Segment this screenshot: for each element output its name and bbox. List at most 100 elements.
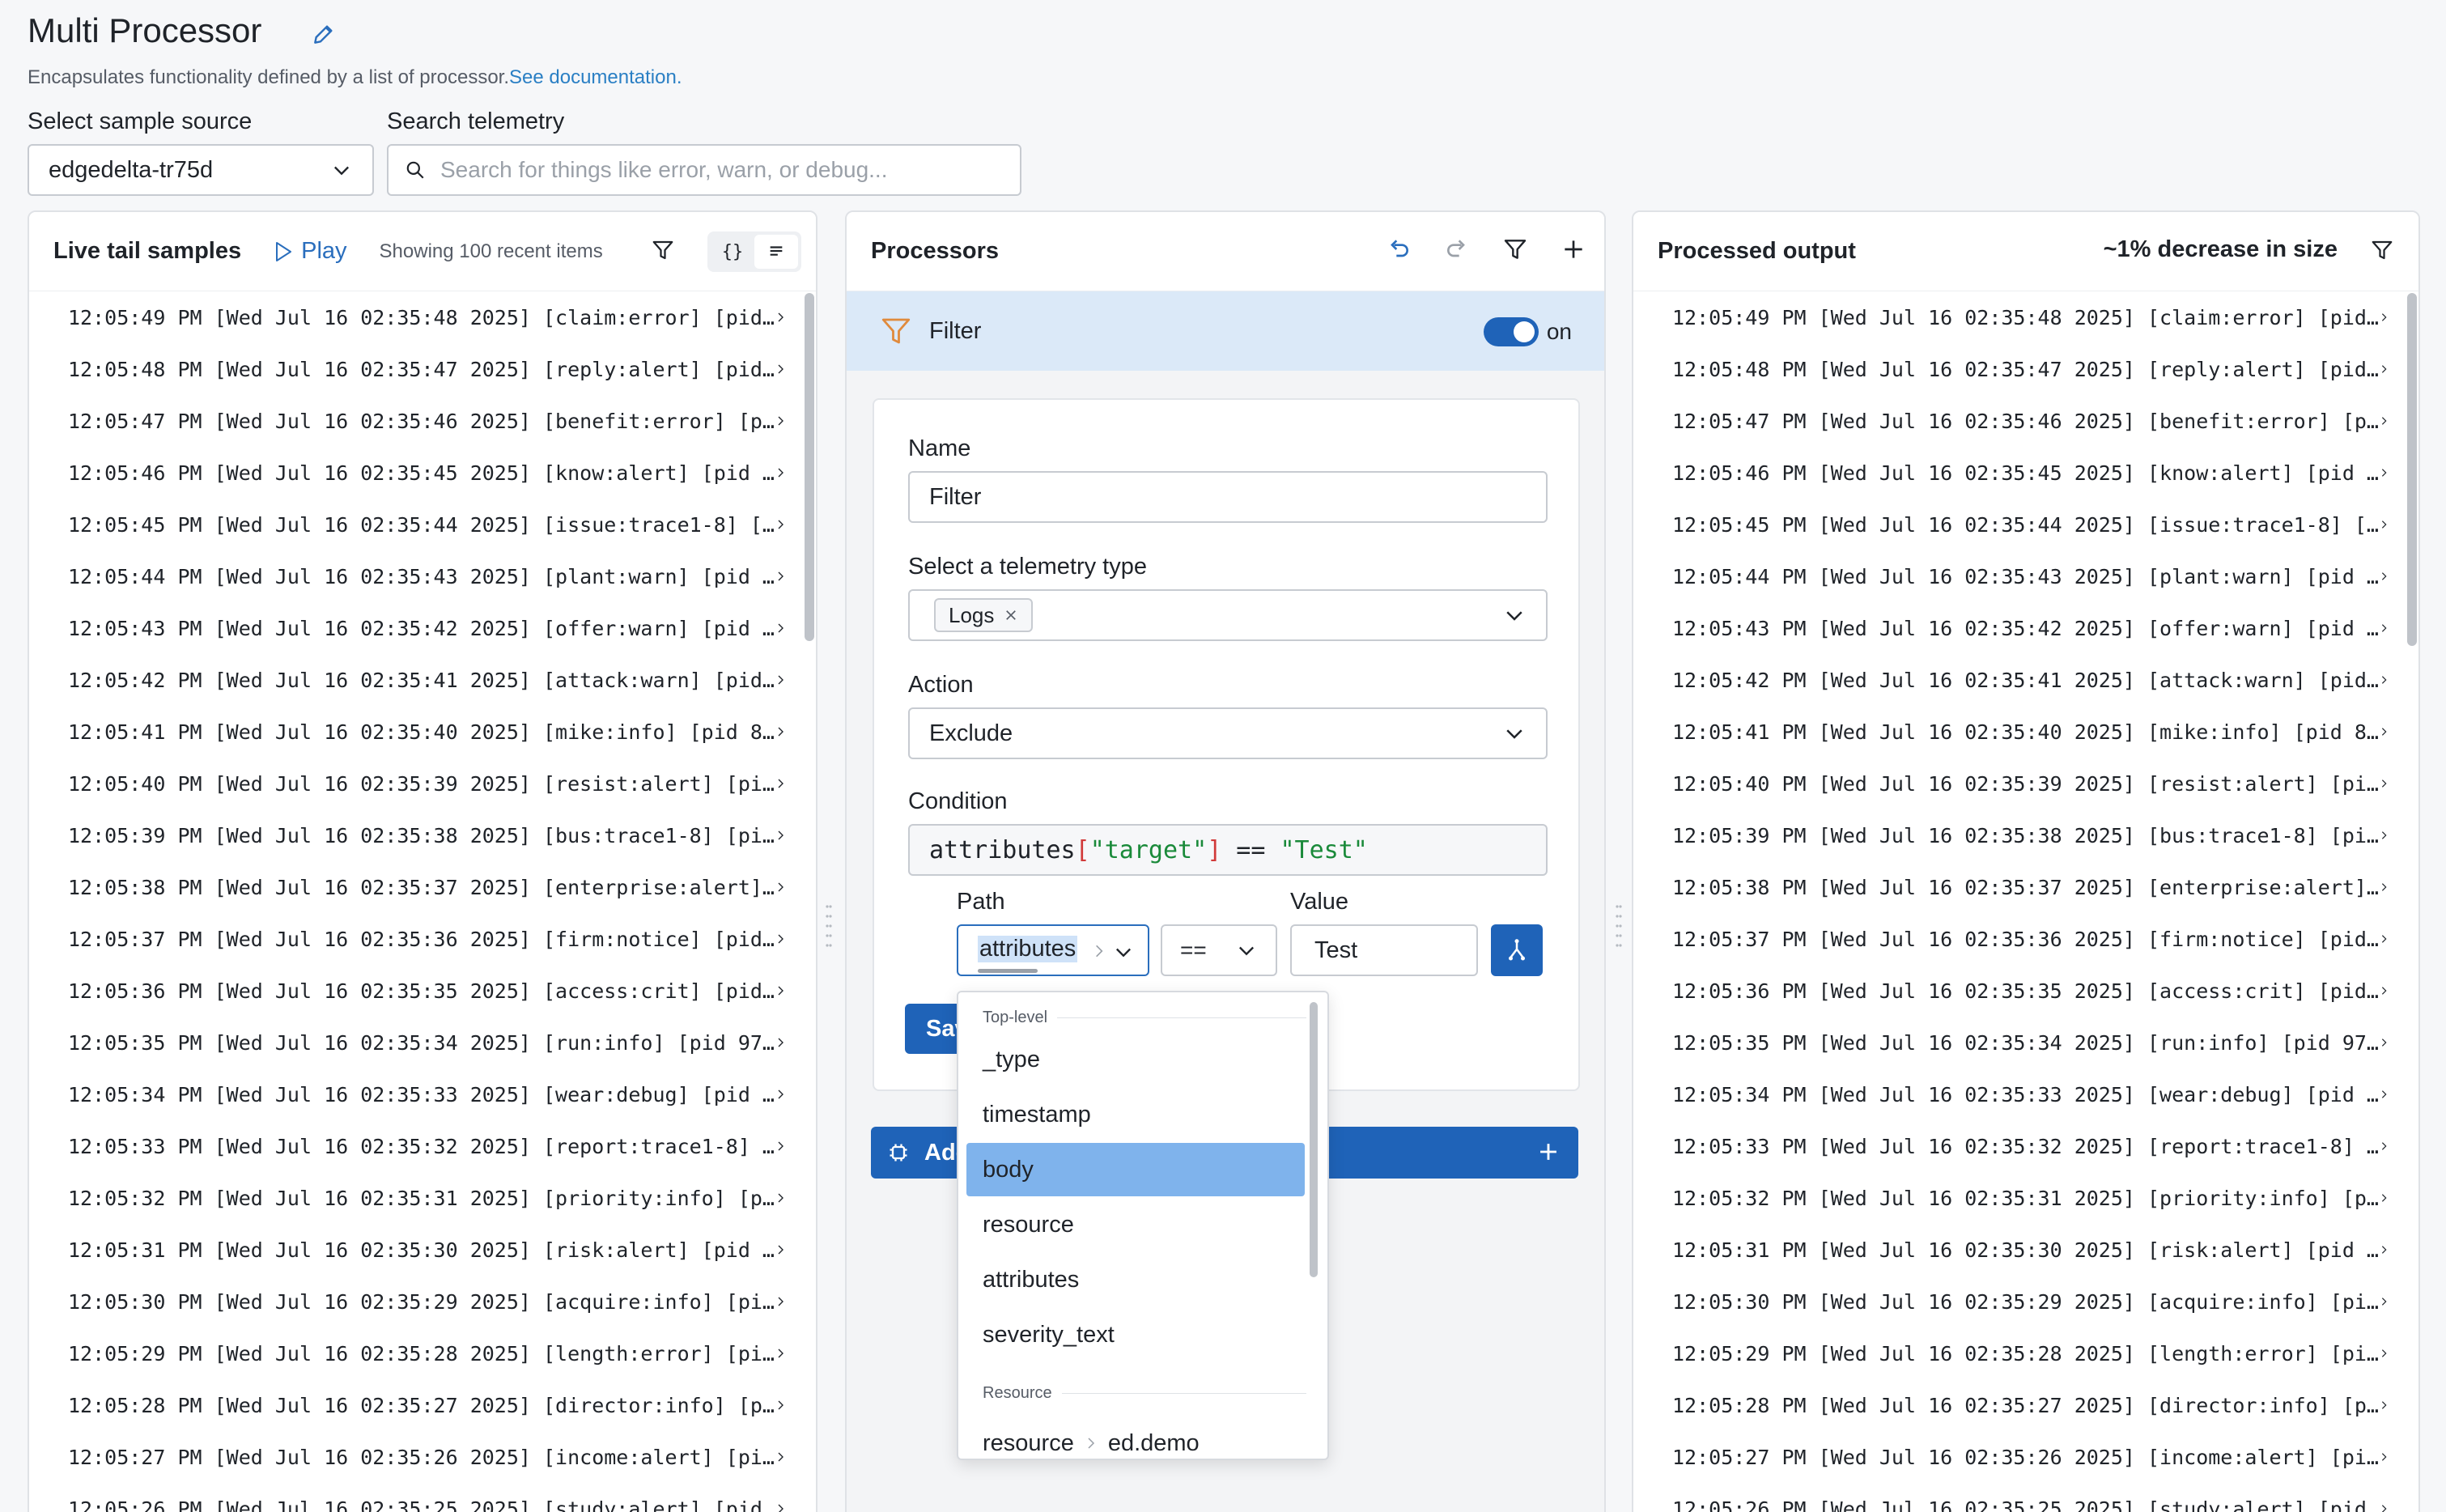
dropdown-scrollbar[interactable] bbox=[1310, 1002, 1318, 1277]
chevron-right-icon[interactable] bbox=[775, 1447, 787, 1467]
drag-handle-icon[interactable] bbox=[1616, 900, 1622, 952]
chevron-right-icon[interactable] bbox=[775, 774, 787, 793]
path-select[interactable]: attributes bbox=[957, 924, 1149, 976]
chevron-right-icon[interactable] bbox=[2379, 515, 2389, 534]
filter-icon[interactable] bbox=[651, 238, 675, 262]
documentation-link[interactable]: See documentation. bbox=[509, 66, 682, 88]
log-row[interactable]: 12:05:48 PM [Wed Jul 16 02:35:47 2025] [… bbox=[1633, 343, 2418, 395]
chevron-right-icon[interactable] bbox=[2379, 722, 2389, 741]
log-row[interactable]: 12:05:41 PM [Wed Jul 16 02:35:40 2025] [… bbox=[1633, 706, 2418, 758]
chevron-right-icon[interactable] bbox=[2379, 1395, 2389, 1415]
undo-icon[interactable] bbox=[1386, 236, 1412, 262]
log-row[interactable]: 12:05:46 PM [Wed Jul 16 02:35:45 2025] [… bbox=[29, 447, 816, 499]
dropdown-item[interactable]: resource bbox=[966, 1198, 1305, 1251]
chevron-right-icon[interactable] bbox=[775, 929, 787, 949]
chevron-right-icon[interactable] bbox=[775, 1344, 787, 1363]
chevron-right-icon[interactable] bbox=[2379, 877, 2389, 897]
log-row[interactable]: 12:05:35 PM [Wed Jul 16 02:35:34 2025] [… bbox=[1633, 1017, 2418, 1068]
log-row[interactable]: 12:05:31 PM [Wed Jul 16 02:35:30 2025] [… bbox=[1633, 1224, 2418, 1276]
log-row[interactable]: 12:05:32 PM [Wed Jul 16 02:35:31 2025] [… bbox=[1633, 1172, 2418, 1224]
log-row[interactable]: 12:05:40 PM [Wed Jul 16 02:35:39 2025] [… bbox=[1633, 758, 2418, 809]
chevron-right-icon[interactable] bbox=[775, 463, 787, 482]
filter-processor-row[interactable]: Filter on bbox=[847, 291, 1604, 371]
chevron-right-icon[interactable] bbox=[2379, 411, 2389, 431]
chevron-right-icon[interactable] bbox=[2379, 359, 2389, 379]
live-scrollbar[interactable] bbox=[805, 293, 814, 641]
log-row[interactable]: 12:05:29 PM [Wed Jul 16 02:35:28 2025] [… bbox=[1633, 1327, 2418, 1379]
pencil-icon[interactable] bbox=[311, 21, 337, 47]
chevron-right-icon[interactable] bbox=[2379, 1188, 2389, 1208]
name-input[interactable]: Filter bbox=[908, 471, 1548, 523]
chevron-right-icon[interactable] bbox=[2379, 463, 2389, 482]
log-row[interactable]: 12:05:48 PM [Wed Jul 16 02:35:47 2025] [… bbox=[29, 343, 816, 395]
redo-icon[interactable] bbox=[1444, 236, 1470, 262]
log-row[interactable]: 12:05:29 PM [Wed Jul 16 02:35:28 2025] [… bbox=[29, 1327, 816, 1379]
output-scrollbar[interactable] bbox=[2407, 293, 2417, 646]
chevron-right-icon[interactable] bbox=[775, 411, 787, 431]
chevron-right-icon[interactable] bbox=[775, 618, 787, 638]
log-row[interactable]: 12:05:27 PM [Wed Jul 16 02:35:26 2025] [… bbox=[29, 1431, 816, 1483]
chevron-right-icon[interactable] bbox=[775, 981, 787, 1000]
chevron-right-icon[interactable] bbox=[2379, 618, 2389, 638]
log-row[interactable]: 12:05:49 PM [Wed Jul 16 02:35:48 2025] [… bbox=[1633, 291, 2418, 343]
chevron-right-icon[interactable] bbox=[775, 1395, 787, 1415]
dropdown-item[interactable]: body bbox=[966, 1143, 1305, 1196]
log-row[interactable]: 12:05:43 PM [Wed Jul 16 02:35:42 2025] [… bbox=[29, 602, 816, 654]
dropdown-item-resource-ed-demo[interactable]: resource ed.demo bbox=[966, 1416, 1305, 1459]
log-row[interactable]: 12:05:26 PM [Wed Jul 16 02:35:25 2025] [… bbox=[29, 1483, 816, 1512]
log-row[interactable]: 12:05:31 PM [Wed Jul 16 02:35:30 2025] [… bbox=[29, 1224, 816, 1276]
log-row[interactable]: 12:05:33 PM [Wed Jul 16 02:35:32 2025] [… bbox=[29, 1120, 816, 1172]
chevron-right-icon[interactable] bbox=[775, 722, 787, 741]
log-row[interactable]: 12:05:41 PM [Wed Jul 16 02:35:40 2025] [… bbox=[29, 706, 816, 758]
log-row[interactable]: 12:05:32 PM [Wed Jul 16 02:35:31 2025] [… bbox=[29, 1172, 816, 1224]
value-input[interactable]: Test bbox=[1290, 924, 1478, 976]
telemetry-type-select[interactable]: Logs bbox=[908, 589, 1548, 641]
log-row[interactable]: 12:05:47 PM [Wed Jul 16 02:35:46 2025] [… bbox=[1633, 395, 2418, 447]
log-row[interactable]: 12:05:45 PM [Wed Jul 16 02:35:44 2025] [… bbox=[1633, 499, 2418, 550]
dropdown-item[interactable]: timestamp bbox=[966, 1088, 1305, 1141]
log-row[interactable]: 12:05:30 PM [Wed Jul 16 02:35:29 2025] [… bbox=[1633, 1276, 2418, 1327]
json-view-option[interactable]: {} bbox=[711, 235, 754, 269]
chevron-right-icon[interactable] bbox=[2379, 1033, 2389, 1052]
branch-button[interactable] bbox=[1491, 924, 1543, 976]
log-row[interactable]: 12:05:35 PM [Wed Jul 16 02:35:34 2025] [… bbox=[29, 1017, 816, 1068]
chevron-right-icon[interactable] bbox=[2379, 1499, 2389, 1512]
log-row[interactable]: 12:05:34 PM [Wed Jul 16 02:35:33 2025] [… bbox=[29, 1068, 816, 1120]
log-row[interactable]: 12:05:37 PM [Wed Jul 16 02:35:36 2025] [… bbox=[1633, 913, 2418, 965]
log-row[interactable]: 12:05:38 PM [Wed Jul 16 02:35:37 2025] [… bbox=[29, 861, 816, 913]
chevron-right-icon[interactable] bbox=[2379, 774, 2389, 793]
log-row[interactable]: 12:05:30 PM [Wed Jul 16 02:35:29 2025] [… bbox=[29, 1276, 816, 1327]
chevron-right-icon[interactable] bbox=[775, 1188, 787, 1208]
log-row[interactable]: 12:05:42 PM [Wed Jul 16 02:35:41 2025] [… bbox=[1633, 654, 2418, 706]
chevron-right-icon[interactable] bbox=[775, 1085, 787, 1104]
log-row[interactable]: 12:05:44 PM [Wed Jul 16 02:35:43 2025] [… bbox=[29, 550, 816, 602]
chevron-right-icon[interactable] bbox=[775, 1033, 787, 1052]
search-input[interactable] bbox=[440, 157, 991, 183]
processor-enabled-toggle[interactable]: on bbox=[1483, 317, 1572, 346]
plus-icon[interactable] bbox=[1561, 236, 1586, 262]
log-row[interactable]: 12:05:39 PM [Wed Jul 16 02:35:38 2025] [… bbox=[29, 809, 816, 861]
sample-source-select[interactable]: edgedelta-tr75d bbox=[28, 144, 374, 196]
chevron-right-icon[interactable] bbox=[2379, 567, 2389, 586]
chevron-right-icon[interactable] bbox=[2379, 1136, 2389, 1156]
chevron-right-icon[interactable] bbox=[2379, 1447, 2389, 1467]
log-row[interactable]: 12:05:43 PM [Wed Jul 16 02:35:42 2025] [… bbox=[1633, 602, 2418, 654]
log-row[interactable]: 12:05:36 PM [Wed Jul 16 02:35:35 2025] [… bbox=[29, 965, 816, 1017]
chevron-right-icon[interactable] bbox=[2379, 929, 2389, 949]
filter-icon[interactable] bbox=[1502, 236, 1528, 262]
drag-handle-icon[interactable] bbox=[826, 900, 832, 952]
log-row[interactable]: 12:05:44 PM [Wed Jul 16 02:35:43 2025] [… bbox=[1633, 550, 2418, 602]
chevron-right-icon[interactable] bbox=[775, 567, 787, 586]
chevron-right-icon[interactable] bbox=[2379, 1085, 2389, 1104]
filter-icon[interactable] bbox=[2370, 238, 2394, 262]
dropdown-item[interactable]: attributes bbox=[966, 1253, 1305, 1306]
chevron-right-icon[interactable] bbox=[2379, 1240, 2389, 1259]
play-button[interactable]: Play bbox=[274, 238, 347, 265]
close-icon[interactable] bbox=[1004, 608, 1018, 622]
chevron-right-icon[interactable] bbox=[2379, 670, 2389, 690]
log-row[interactable]: 12:05:34 PM [Wed Jul 16 02:35:33 2025] [… bbox=[1633, 1068, 2418, 1120]
log-row[interactable]: 12:05:47 PM [Wed Jul 16 02:35:46 2025] [… bbox=[29, 395, 816, 447]
log-row[interactable]: 12:05:46 PM [Wed Jul 16 02:35:45 2025] [… bbox=[1633, 447, 2418, 499]
toggle-switch[interactable] bbox=[1483, 317, 1539, 346]
chevron-right-icon[interactable] bbox=[775, 515, 787, 534]
